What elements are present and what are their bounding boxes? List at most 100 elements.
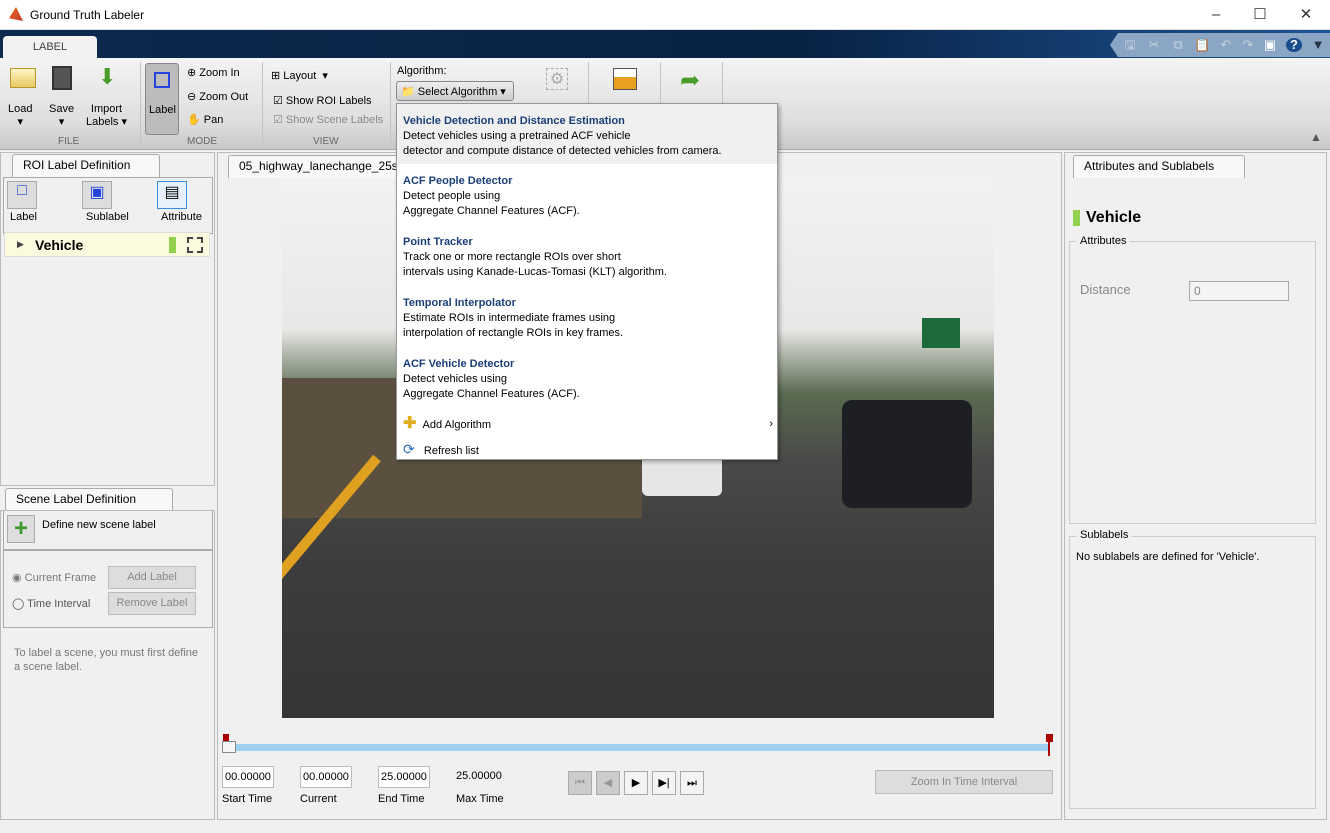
save-button[interactable]: Save ▾ — [49, 103, 74, 128]
section-view: VIEW — [313, 136, 339, 147]
algorithm-settings-icon[interactable]: ⚙ — [546, 68, 568, 90]
define-scene-label: Define new scene label — [42, 519, 156, 531]
add-algorithm-menu-item[interactable]: ✚ Add Algorithm › — [397, 414, 777, 434]
sublabels-group — [1069, 536, 1316, 809]
hand-icon: ✋ — [187, 114, 201, 126]
roi-label-panel: ROI Label Definition □ Label ▣ Sublabel … — [3, 154, 213, 486]
algorithm-title: Vehicle Detection and Distance Estimatio… — [403, 115, 625, 127]
zoom-in-time-interval-button[interactable]: Zoom In Time Interval — [875, 770, 1053, 794]
roi-label-item-vehicle[interactable]: ▶ Vehicle — [4, 232, 210, 257]
cut-icon[interactable]: ✂ — [1146, 38, 1162, 52]
import-icon: ⬇ — [98, 64, 117, 89]
algorithm-desc: detector and compute distance of detecte… — [403, 145, 722, 157]
current-frame-radio[interactable]: ◉ Current Frame — [12, 571, 96, 584]
last-frame-button[interactable]: ⏭ — [680, 771, 704, 795]
define-scene-label-button[interactable]: + Define new scene label — [3, 510, 213, 550]
copy-icon[interactable]: ⧉ — [1170, 38, 1186, 52]
label-mode-button[interactable]: Label — [145, 63, 179, 135]
section-mode: MODE — [187, 136, 217, 147]
current-time-label: Current — [300, 793, 337, 805]
matlab-logo-icon — [9, 7, 23, 21]
zoom-out-icon: ⊖ — [187, 91, 197, 103]
expand-arrow-icon[interactable]: ▶ — [17, 239, 24, 250]
import-labels-button[interactable]: Import Labels ▾ — [86, 103, 127, 128]
current-frame-label: Current Frame — [24, 572, 97, 584]
algorithm-label: Algorithm: — [397, 65, 447, 77]
start-time-input[interactable]: 00.00000 — [222, 766, 274, 788]
algorithm-title: Point Tracker — [403, 236, 473, 248]
quick-access-toolbar: 🖫 ✂ ⧉ 📋 ↶ ↷ ▣ ? ▼ — [1110, 33, 1330, 57]
refresh-label: Refresh list — [423, 445, 479, 457]
collapse-toolstrip-icon[interactable]: ▲ — [1310, 130, 1322, 144]
add-attribute-button[interactable]: Attribute — [161, 211, 202, 223]
separator — [262, 62, 263, 148]
dark-suv-shape — [842, 400, 972, 508]
first-frame-button[interactable]: ⏮ — [568, 771, 592, 795]
export-labels-icon[interactable]: ➦ — [680, 66, 700, 95]
algorithm-desc: Aggregate Channel Features (ACF). — [403, 205, 580, 217]
redo-icon[interactable]: ↷ — [1240, 38, 1256, 52]
tab-label[interactable]: LABEL — [3, 36, 97, 59]
algorithm-item-point-tracker[interactable]: Point Tracker Track one or more rectangle… — [397, 235, 777, 280]
zoom-in-button[interactable]: ⊕ Zoom In — [187, 66, 240, 79]
play-button[interactable]: ▶ — [624, 771, 648, 795]
tab-roi-label-definition[interactable]: ROI Label Definition — [12, 154, 160, 178]
previous-frame-button[interactable]: ◀ — [596, 771, 620, 795]
save-icon — [52, 66, 72, 90]
algorithm-item-acf-vehicle[interactable]: ACF Vehicle Detector Detect vehicles usin… — [397, 357, 777, 402]
select-algorithm-label: Select Algorithm — [417, 86, 498, 98]
time-interval-radio[interactable]: ◯ Time Interval — [12, 597, 90, 610]
layout-label: Layout — [283, 70, 317, 82]
add-attribute-icon[interactable]: ▤ — [157, 181, 187, 209]
pan-button[interactable]: ✋ Pan — [187, 113, 223, 126]
next-frame-button[interactable]: ▶| — [652, 771, 676, 795]
save-icon[interactable]: 🖫 — [1122, 38, 1138, 52]
close-button[interactable]: ✕ — [1286, 4, 1326, 26]
tab-scene-label-definition[interactable]: Scene Label Definition — [5, 488, 173, 511]
add-label-icon[interactable]: □ — [7, 181, 37, 209]
tab-attributes-sublabels[interactable]: Attributes and Sublabels — [1073, 155, 1245, 178]
show-roi-labels-checkbox[interactable]: ☑ Show ROI Labels — [273, 94, 372, 107]
section-file: FILE — [58, 136, 80, 147]
start-flag-icon[interactable] — [223, 734, 229, 741]
menu-down-icon[interactable]: ▼ — [1310, 38, 1326, 52]
select-algorithm-dropdown[interactable]: 📁 Select Algorithm ▾ — [396, 81, 514, 101]
folder-icon: 📁 — [401, 86, 415, 98]
add-sublabel-button[interactable]: Sublabel — [86, 211, 129, 223]
refresh-list-menu-item[interactable]: ⟳ Refresh list — [397, 439, 777, 459]
paste-icon[interactable]: 📋 — [1194, 38, 1210, 52]
add-sublabel-icon[interactable]: ▣ — [82, 181, 112, 209]
help-icon[interactable]: ? — [1286, 38, 1302, 52]
view-label-summary-icon[interactable] — [613, 68, 637, 90]
window-title: Ground Truth Labeler — [30, 8, 145, 22]
layout-button[interactable]: ⊞ Layout ▾ — [271, 69, 328, 82]
current-time-input[interactable]: 00.00000 — [300, 766, 352, 788]
load-button[interactable]: Load ▾ — [8, 103, 32, 128]
rectangle-roi-icon — [187, 237, 203, 253]
algorithm-item-acf-people[interactable]: ACF People Detector Detect people using Ag… — [397, 174, 777, 219]
window-layout-icon[interactable]: ▣ — [1262, 38, 1278, 52]
zoom-out-button[interactable]: ⊖ Zoom Out — [187, 90, 248, 103]
end-time-input[interactable]: 25.00000 — [378, 766, 430, 788]
refresh-icon: ⟳ — [403, 441, 415, 457]
minimize-button[interactable]: – — [1196, 4, 1236, 26]
maximize-button[interactable]: ☐ — [1240, 4, 1280, 26]
title-bar: Ground Truth Labeler – ☐ ✕ — [0, 0, 1330, 30]
current-time-handle[interactable] — [222, 741, 236, 753]
rectangle-icon — [154, 72, 170, 88]
distance-input[interactable]: 0 — [1189, 281, 1289, 301]
algorithm-item-temporal-interpolator[interactable]: Temporal Interpolator Estimate ROIs in in… — [397, 296, 777, 341]
show-scene-labels-checkbox[interactable]: ☑ Show Scene Labels — [273, 113, 383, 126]
max-time-label: Max Time — [456, 793, 504, 805]
add-label-button[interactable]: Add Label — [108, 566, 196, 589]
undo-icon[interactable]: ↶ — [1218, 38, 1234, 52]
selected-label-name: Vehicle — [1086, 209, 1142, 226]
time-interval-label: Time Interval — [27, 598, 91, 610]
algorithm-desc: interpolation of rectangle ROIs in key f… — [403, 327, 624, 339]
remove-label-button[interactable]: Remove Label — [108, 592, 196, 615]
algorithm-item-vehicle-detection[interactable]: Vehicle Detection and Distance Estimatio… — [397, 104, 777, 164]
scene-label-panel: Scene Label Definition + Define new scen… — [3, 488, 213, 818]
add-label-button[interactable]: Label — [10, 211, 37, 223]
timeline-slider[interactable] — [228, 744, 1050, 751]
plus-icon: + — [7, 515, 35, 543]
